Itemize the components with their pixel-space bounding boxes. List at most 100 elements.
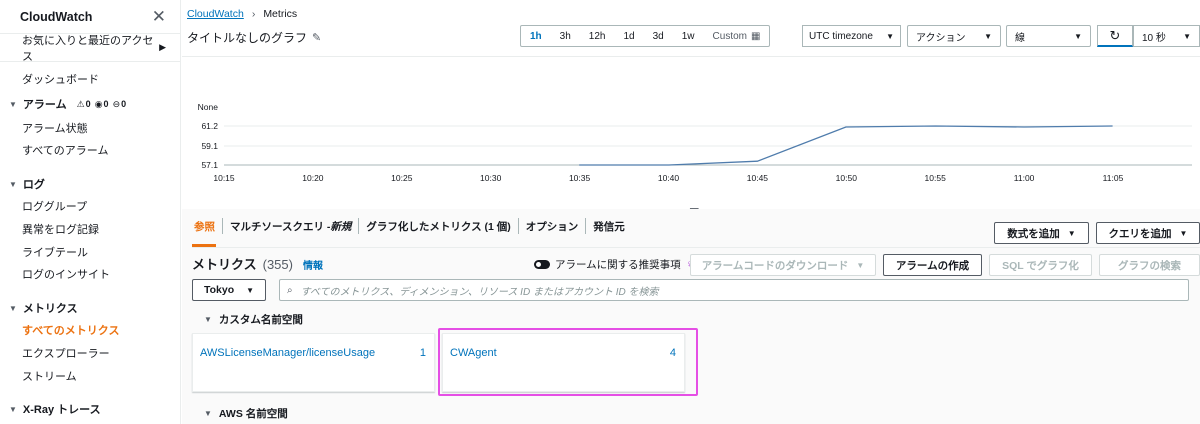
caret-down-icon: ▼ <box>1179 228 1188 238</box>
range-1h[interactable]: 1h <box>521 26 551 46</box>
custom-namespaces-header[interactable]: ▼ カスタム名前空間 <box>204 312 303 327</box>
ok-count: 0 <box>103 99 109 109</box>
sidebar-item-all-metrics[interactable]: すべてのメトリクス <box>22 322 119 338</box>
range-3d[interactable]: 3d <box>644 26 673 46</box>
caret-down-icon: ▼ <box>204 409 212 418</box>
metrics-title: メトリクス <box>192 257 257 272</box>
add-query-label: クエリを追加 <box>1108 227 1172 240</box>
timezone-dropdown[interactable]: UTC timezone ▼ <box>802 25 901 47</box>
sidebar-section-logs[interactable]: ▼ ログ <box>9 176 45 192</box>
interval-label: 10 秒 <box>1142 32 1166 44</box>
sidebar-section-metrics[interactable]: ▼ メトリクス <box>9 300 78 316</box>
metrics-search-input[interactable]: ⌕ すべてのメトリクス、ディメンション、リソース ID またはアカウント ID … <box>279 279 1189 301</box>
actions-label: アクション <box>916 32 966 44</box>
refresh-interval-dropdown[interactable]: 10 秒 ▼ <box>1133 25 1200 47</box>
favorites-label: お気に入りと最近のアクセス <box>22 34 154 63</box>
caret-down-icon: ▼ <box>1067 228 1076 238</box>
x-tick-label: 11:05 <box>1103 173 1124 183</box>
refresh-icon[interactable]: ↻ <box>1097 25 1133 47</box>
custom-namespaces-label: カスタム名前空間 <box>218 314 303 326</box>
alarm-recommendation-toggle[interactable]: アラームに関する推奨事項 ♀ <box>534 257 693 272</box>
breadcrumb-current: Metrics <box>263 8 298 20</box>
add-math-button[interactable]: 数式を追加 ▼ <box>994 222 1089 244</box>
graph-panel: None 61.2 59.1 57.1 10:15 10:20 10:25 10:30 10:3… <box>182 56 1200 206</box>
breadcrumb: CloudWatch › Metrics <box>187 8 297 20</box>
download-alarm-label: アラームコードのダウンロード <box>701 259 849 272</box>
graph-type-label: 線 <box>1015 32 1025 44</box>
pencil-icon[interactable]: ✎ <box>312 31 321 44</box>
range-1w[interactable]: 1w <box>673 26 704 46</box>
graph-title[interactable]: タイトルなしのグラフ ✎ <box>187 29 321 46</box>
sidebar-item-live-tail[interactable]: ライブテール <box>22 244 88 260</box>
range-3h[interactable]: 3h <box>551 26 580 46</box>
graph-search-button[interactable]: グラフの検索 <box>1099 254 1200 276</box>
sidebar-item-streams[interactable]: ストリーム <box>22 368 77 384</box>
graph-title-text: タイトルなしのグラフ <box>187 31 308 45</box>
xray-label: X-Ray トレース <box>22 404 101 416</box>
tab-bar: 参照 マルチソースクエリ - 新規 グラフ化したメトリクス (1 個) オプショ… <box>192 218 632 234</box>
sql-graph-label: SQL でグラフ化 <box>1002 259 1079 272</box>
download-alarm-code-button[interactable]: アラームコードのダウンロード ▼ <box>690 254 876 276</box>
tab-multisource-new: 新規 <box>330 220 352 233</box>
info-link[interactable]: 情報 <box>303 257 323 272</box>
sidebar: CloudWatch ✕ お気に入りと最近のアクセス ▶ ダッシュボード ▼ ア… <box>0 0 181 424</box>
sidebar-item-log-groups[interactable]: ロググループ <box>22 198 87 214</box>
add-query-button[interactable]: クエリを追加 ▼ <box>1096 222 1200 244</box>
sidebar-title: CloudWatch <box>20 9 93 24</box>
search-placeholder: すべてのメトリクス、ディメンション、リソース ID またはアカウント ID を検… <box>300 286 659 298</box>
graph-search-label: グラフの検索 <box>1118 259 1181 272</box>
tab-multisource[interactable]: マルチソースクエリ - 新規 <box>223 218 360 234</box>
range-custom[interactable]: Custom ▦ <box>704 26 770 46</box>
aws-namespaces-header[interactable]: ▼ AWS 名前空間 <box>204 406 288 421</box>
caret-down-icon: ▼ <box>984 31 992 41</box>
actions-dropdown[interactable]: アクション ▼ <box>907 25 1001 47</box>
sidebar-header: CloudWatch ✕ <box>0 0 180 34</box>
insufficient-icon: ⊖ 0 <box>112 98 127 110</box>
alarm-recommendation-label: アラームに関する推奨事項 <box>555 259 681 271</box>
sidebar-item-explorer[interactable]: エクスプローラー <box>22 345 110 361</box>
graph-type-dropdown[interactable]: 線 ▼ <box>1006 25 1091 47</box>
create-alarm-button[interactable]: アラームの作成 <box>883 254 982 276</box>
sidebar-item-dashboard[interactable]: ダッシュボード <box>22 71 99 87</box>
breadcrumb-home[interactable]: CloudWatch <box>187 8 244 20</box>
x-tick-label: 10:25 <box>391 173 413 183</box>
add-math-label: 数式を追加 <box>1007 227 1060 240</box>
tab-divider <box>192 247 1200 248</box>
range-1d[interactable]: 1d <box>614 26 643 46</box>
sidebar-item-alarm-state[interactable]: アラーム状態 <box>22 120 88 136</box>
caret-down-icon: ▼ <box>1183 31 1191 41</box>
tab-graphed-metrics[interactable]: グラフ化したメトリクス (1 個) <box>359 218 519 234</box>
alarm-count: 0 <box>85 99 91 109</box>
sidebar-section-alarms[interactable]: ▼ アラーム ⚠ 0 ◉ 0 ⊖ 0 <box>9 96 126 112</box>
sidebar-item-all-alarms[interactable]: すべてのアラーム <box>22 142 108 158</box>
alarms-label: アラーム <box>22 99 67 111</box>
main-content: CloudWatch › Metrics タイトルなしのグラフ ✎ 1h 3h … <box>182 0 1200 424</box>
sql-graph-button[interactable]: SQL でグラフ化 <box>989 254 1092 276</box>
custom-label: Custom <box>712 30 747 42</box>
sidebar-section-xray[interactable]: ▼ X-Ray トレース <box>9 401 101 417</box>
y-tick-label: 61.2 <box>201 121 218 131</box>
sidebar-item-log-anomaly[interactable]: 異常をログ記録 <box>22 221 99 237</box>
sidebar-item-log-insights[interactable]: ログのインサイト <box>22 266 110 282</box>
tab-source[interactable]: 発信元 <box>586 218 632 234</box>
tab-options[interactable]: オプション <box>519 218 587 234</box>
x-tick-label: 10:35 <box>569 173 591 183</box>
namespace-card[interactable]: AWSLicenseManager/licenseUsage 1 <box>192 333 435 392</box>
time-range-selector: 1h 3h 12h 1d 3d 1w Custom ▦ <box>520 25 771 47</box>
metrics-heading: メトリクス (355) 情報 <box>192 254 323 273</box>
x-tick-label: 10:40 <box>658 173 680 183</box>
tab-browse[interactable]: 参照 <box>192 218 223 234</box>
aws-namespaces-label: AWS 名前空間 <box>218 408 288 420</box>
toggle-switch[interactable] <box>534 260 550 269</box>
x-tick-label: 10:55 <box>925 173 947 183</box>
x-tick-label: 10:20 <box>302 173 324 183</box>
caret-down-icon: ▼ <box>9 179 17 189</box>
close-icon[interactable]: ✕ <box>152 8 166 25</box>
caret-down-icon: ▼ <box>246 285 254 295</box>
search-icon: ⌕ <box>287 284 293 296</box>
range-12h[interactable]: 12h <box>580 26 615 46</box>
region-dropdown[interactable]: Tokyo ▼ <box>192 279 266 301</box>
namespace-count: 1 <box>419 347 426 359</box>
metrics-label: メトリクス <box>22 303 78 315</box>
sidebar-favorites[interactable]: お気に入りと最近のアクセス ▶ <box>0 34 180 63</box>
